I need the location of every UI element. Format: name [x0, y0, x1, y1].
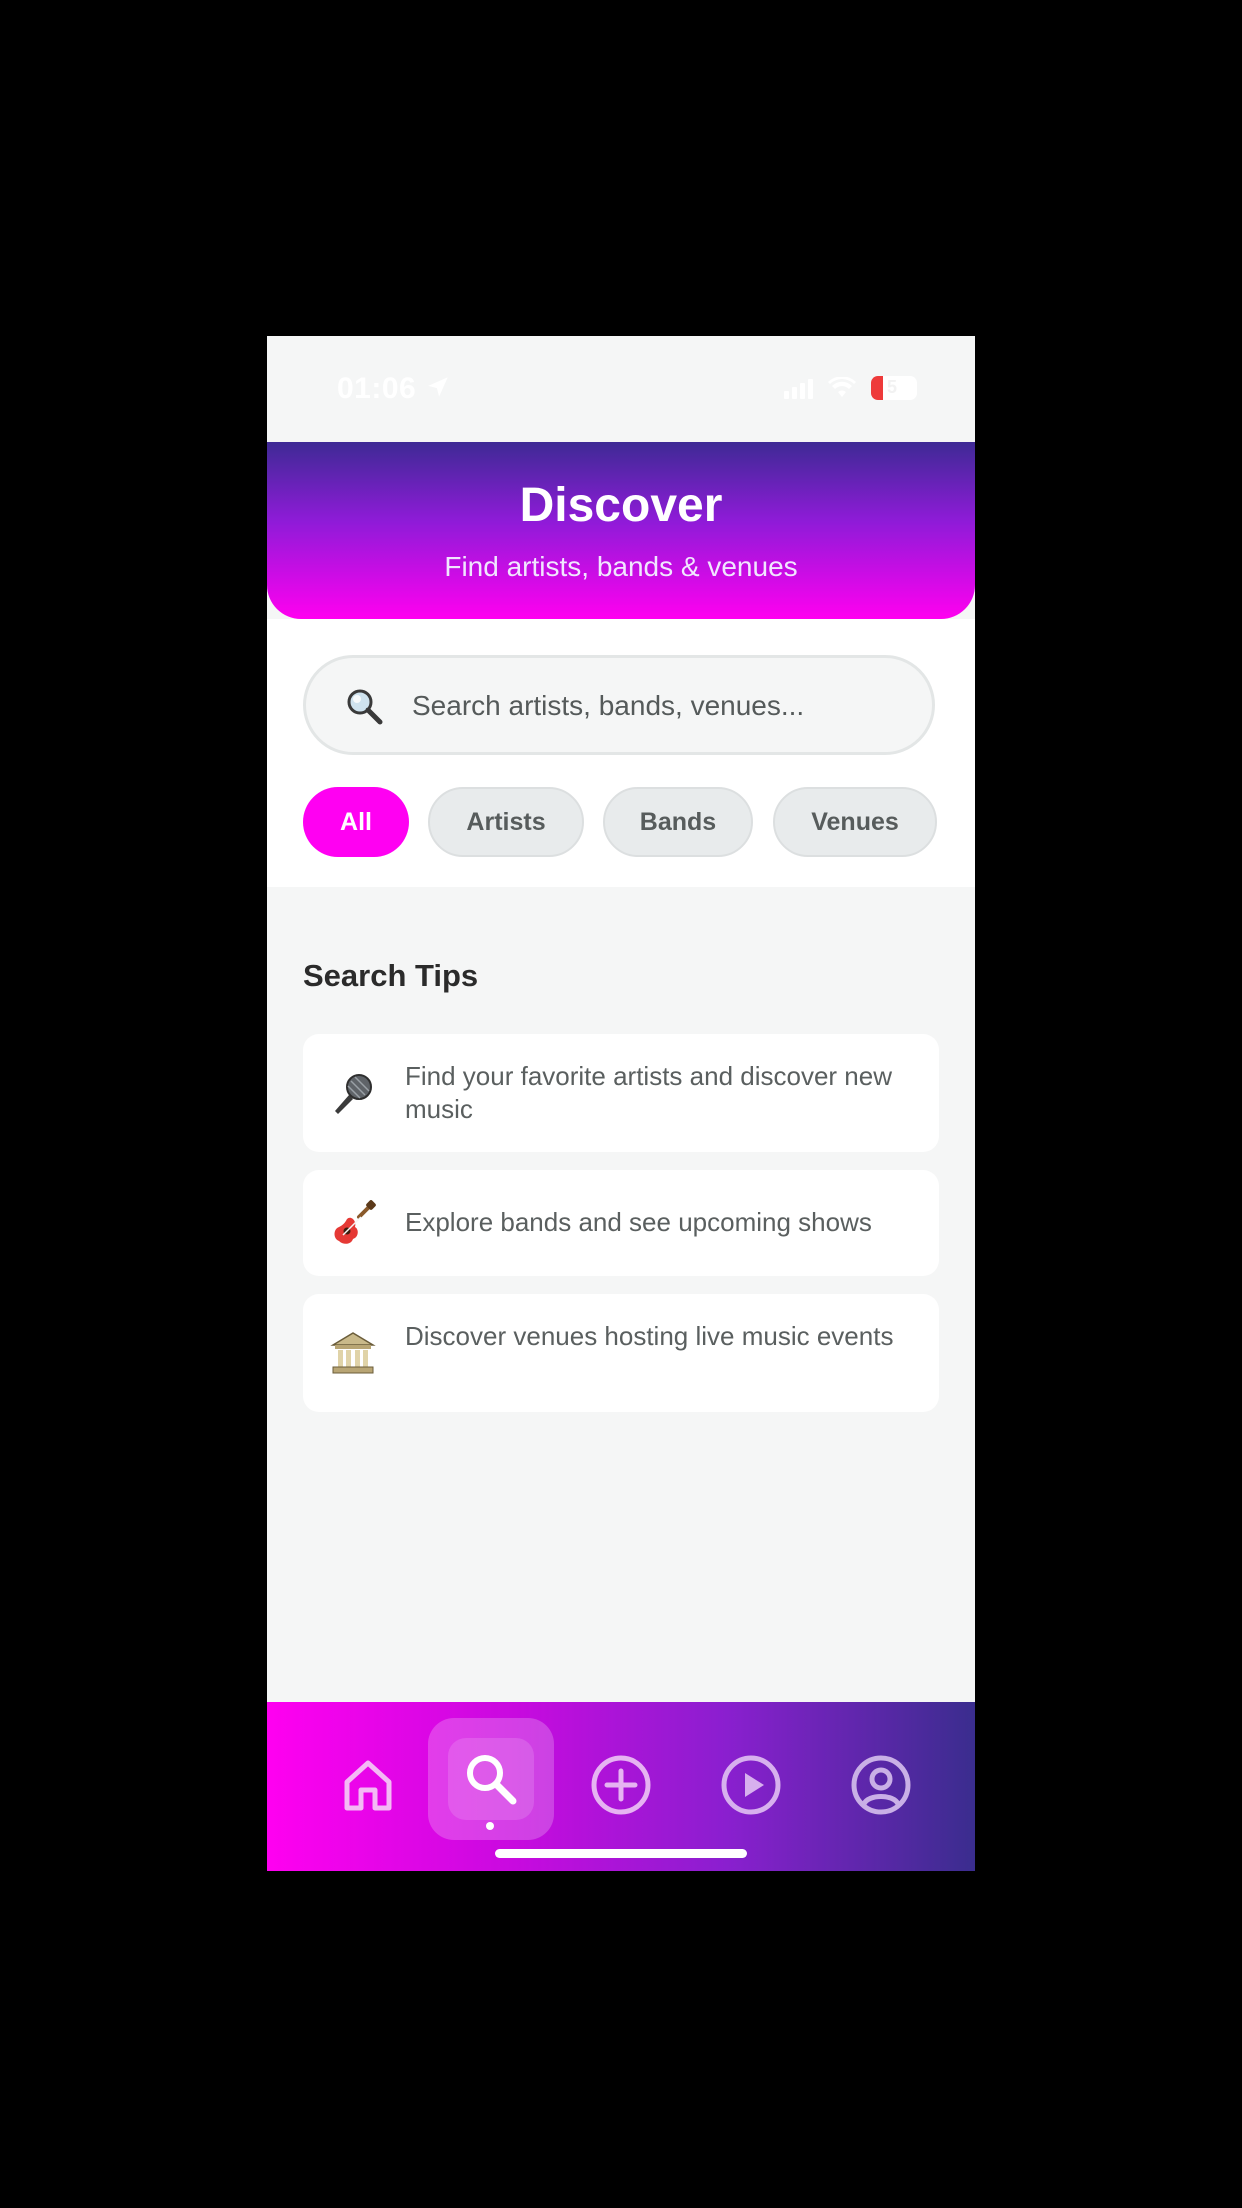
tab-play[interactable]: [716, 1750, 786, 1820]
home-indicator[interactable]: [495, 1849, 747, 1858]
battery-icon: 5: [871, 376, 917, 400]
filter-chip-bands[interactable]: Bands: [603, 787, 753, 857]
add-circle-icon: [591, 1755, 651, 1815]
battery-level: 5: [887, 377, 898, 397]
page-subtitle: Find artists, bands & venues: [444, 551, 798, 582]
venue-building-icon: [330, 1332, 376, 1374]
search-tips-heading: Search Tips: [303, 958, 479, 993]
guitar-icon: [334, 1200, 376, 1244]
tab-search[interactable]: [428, 1718, 554, 1840]
signal-icon: [784, 377, 813, 399]
search-bar[interactable]: [303, 655, 935, 755]
tab-profile[interactable]: [846, 1750, 916, 1820]
play-circle-icon: [721, 1755, 781, 1815]
location-arrow-icon: [428, 377, 448, 397]
status-time: 01:06: [337, 372, 417, 405]
phone-screen: 01:06 5 Discover Find artists, bands & v…: [267, 336, 975, 1871]
page-title: Discover: [519, 479, 723, 532]
search-icon: [467, 1755, 517, 1805]
tip-text: Find your favorite artists and discover …: [405, 1061, 892, 1124]
profile-icon: [851, 1755, 911, 1815]
tip-text: Discover venues hosting live music event…: [405, 1321, 894, 1351]
active-tab-dot: [486, 1822, 494, 1830]
bottom-tab-bar: [267, 1702, 975, 1871]
tab-home[interactable]: [333, 1750, 403, 1820]
tip-card: Explore bands and see upcoming shows: [303, 1170, 939, 1276]
tip-text: Explore bands and see upcoming shows: [405, 1207, 872, 1237]
discover-header: Discover Find artists, bands & venues: [267, 442, 975, 619]
filter-chip-artists[interactable]: Artists: [428, 787, 584, 857]
tip-card: Discover venues hosting live music event…: [303, 1294, 939, 1412]
status-indicators: 5: [784, 376, 917, 400]
magnifier-icon: [347, 689, 383, 725]
wifi-icon: [828, 377, 856, 397]
filter-chip-all[interactable]: All: [303, 787, 409, 857]
tab-create[interactable]: [586, 1750, 656, 1820]
search-input[interactable]: [410, 658, 914, 754]
tip-card: Find your favorite artists and discover …: [303, 1034, 939, 1152]
home-icon: [344, 1760, 392, 1811]
status-bar: 01:06 5: [267, 336, 975, 442]
microphone-icon: [335, 1074, 372, 1114]
filter-chip-venues[interactable]: Venues: [773, 787, 937, 857]
